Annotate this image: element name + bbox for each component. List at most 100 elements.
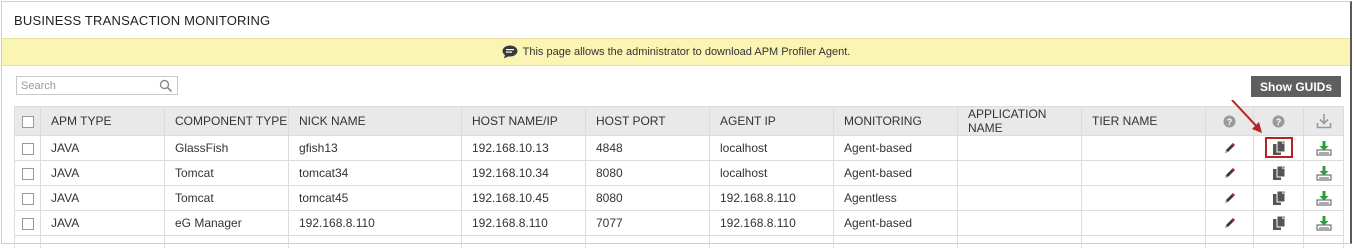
- download-cell[interactable]: [1303, 210, 1344, 236]
- cell-monitoring: Agentless: [833, 185, 958, 211]
- download-cell[interactable]: [1303, 185, 1344, 211]
- column-host-port[interactable]: HOST PORT: [585, 106, 710, 136]
- cell-host-port: 8080: [585, 160, 710, 186]
- row-checkbox[interactable]: [21, 192, 34, 205]
- select-all-checkbox-cell[interactable]: [14, 106, 41, 136]
- cell-tier-name: [1081, 210, 1206, 236]
- copy-guid-icon[interactable]: [1271, 140, 1287, 156]
- cell-monitoring: Agent-based: [833, 135, 958, 161]
- pencil-edit-icon[interactable]: [1223, 166, 1237, 180]
- filler-cell: [461, 235, 586, 248]
- filler-cell: [957, 235, 1082, 248]
- cell-component-type: Tomcat: [164, 160, 289, 186]
- show-guids-button[interactable]: Show GUIDs: [1250, 76, 1341, 97]
- row-checkbox-cell[interactable]: [14, 185, 41, 211]
- table-row: JAVA Tomcat tomcat34 192.168.10.34 8080 local…: [14, 160, 1344, 186]
- column-tier-name[interactable]: TIER NAME: [1081, 106, 1206, 136]
- cell-agent-ip: localhost: [709, 160, 834, 186]
- cell-host-port: 4848: [585, 135, 710, 161]
- cell-apm-type: JAVA: [40, 210, 165, 236]
- search-icon[interactable]: [159, 79, 173, 93]
- row-checkbox-cell[interactable]: [14, 135, 41, 161]
- edit-cell[interactable]: [1205, 160, 1254, 186]
- filler-cell: [1205, 235, 1254, 248]
- copy-guid-icon[interactable]: [1271, 190, 1287, 206]
- cell-host-port: 7077: [585, 210, 710, 236]
- cell-nick-name: gfish13: [288, 135, 462, 161]
- cell-monitoring: Agent-based: [833, 160, 958, 186]
- table-header-row: APM TYPE COMPONENT TYPE NICK NAME HOST N…: [14, 106, 1344, 136]
- cell-tier-name: [1081, 160, 1206, 186]
- cell-host-name-ip: 192.168.10.13: [461, 135, 586, 161]
- download-agent-icon[interactable]: [1316, 190, 1332, 206]
- download-agent-icon[interactable]: [1316, 215, 1332, 231]
- row-checkbox-cell[interactable]: [14, 210, 41, 236]
- cell-application-name: [957, 185, 1082, 211]
- download-agent-icon[interactable]: [1316, 140, 1332, 156]
- filler-cell: [585, 235, 710, 248]
- row-checkbox[interactable]: [21, 217, 34, 230]
- filler-cell: [1253, 235, 1304, 248]
- filler-cell: [709, 235, 834, 248]
- cell-nick-name: tomcat45: [288, 185, 462, 211]
- row-checkbox-cell[interactable]: [14, 160, 41, 186]
- cell-tier-name: [1081, 135, 1206, 161]
- filler-cell: [833, 235, 958, 248]
- column-application-name[interactable]: APPLICATION NAME: [957, 106, 1082, 136]
- cell-apm-type: JAVA: [40, 160, 165, 186]
- table-row: JAVA GlassFish gfish13 192.168.10.13 4848 loc…: [14, 135, 1344, 161]
- select-all-checkbox[interactable]: [21, 115, 34, 128]
- pencil-edit-icon[interactable]: [1223, 141, 1237, 155]
- cell-tier-name: [1081, 185, 1206, 211]
- cell-host-name-ip: 192.168.10.34: [461, 160, 586, 186]
- column-agent-ip[interactable]: AGENT IP: [709, 106, 834, 136]
- row-checkbox[interactable]: [21, 142, 34, 155]
- column-host-name-ip[interactable]: HOST NAME/IP: [461, 106, 586, 136]
- copy-cell[interactable]: [1253, 185, 1304, 211]
- panel-title: BUSINESS TRANSACTION MONITORING: [14, 12, 271, 28]
- cell-agent-ip: 192.168.8.110: [709, 185, 834, 211]
- download-all-header[interactable]: [1303, 106, 1344, 136]
- pencil-edit-icon[interactable]: [1223, 216, 1237, 230]
- download-cell[interactable]: [1303, 160, 1344, 186]
- search-input[interactable]: [21, 78, 157, 93]
- edit-cell[interactable]: [1205, 210, 1254, 236]
- filler-cell: [1081, 235, 1206, 248]
- cell-component-type: Tomcat: [164, 185, 289, 211]
- table-row: JAVA Tomcat tomcat45 192.168.10.45 8080 192.1…: [14, 185, 1344, 211]
- search-box[interactable]: [16, 76, 178, 95]
- cell-application-name: [957, 210, 1082, 236]
- filler-cell: [14, 235, 41, 248]
- agents-table: APM TYPE COMPONENT TYPE NICK NAME HOST N…: [14, 106, 1344, 248]
- highlight-box: [1264, 137, 1293, 159]
- download-cell[interactable]: [1303, 135, 1344, 161]
- column-component-type[interactable]: COMPONENT TYPE: [164, 106, 289, 136]
- cell-monitoring: Agent-based: [833, 210, 958, 236]
- filler-cell: [164, 235, 289, 248]
- column-apm-type[interactable]: APM TYPE: [40, 106, 165, 136]
- filler-cell: [1303, 235, 1344, 248]
- annotation-arrow-icon: [1231, 100, 1262, 133]
- table-row: JAVA eG Manager 192.168.8.110 192.168.8.110…: [14, 210, 1344, 236]
- cell-application-name: [957, 160, 1082, 186]
- column-nick-name[interactable]: NICK NAME: [288, 106, 462, 136]
- column-monitoring[interactable]: MONITORING: [833, 106, 958, 136]
- copy-cell[interactable]: [1253, 210, 1304, 236]
- cell-apm-type: JAVA: [40, 135, 165, 161]
- help-icon[interactable]: ?: [1272, 115, 1285, 128]
- pencil-edit-icon[interactable]: [1223, 191, 1237, 205]
- cell-host-name-ip: 192.168.8.110: [461, 210, 586, 236]
- copy-guid-icon[interactable]: [1271, 165, 1287, 181]
- download-agent-icon[interactable]: [1316, 165, 1332, 181]
- cell-component-type: GlassFish: [164, 135, 289, 161]
- filler-cell: [288, 235, 462, 248]
- filler-cell: [40, 235, 165, 248]
- download-icon[interactable]: [1316, 113, 1332, 129]
- edit-cell[interactable]: [1205, 185, 1254, 211]
- copy-guid-icon[interactable]: [1271, 215, 1287, 231]
- copy-cell[interactable]: [1253, 160, 1304, 186]
- row-checkbox[interactable]: [21, 167, 34, 180]
- cell-host-name-ip: 192.168.10.45: [461, 185, 586, 211]
- svg-text:?: ?: [1276, 117, 1282, 127]
- cell-agent-ip: 192.168.8.110: [709, 210, 834, 236]
